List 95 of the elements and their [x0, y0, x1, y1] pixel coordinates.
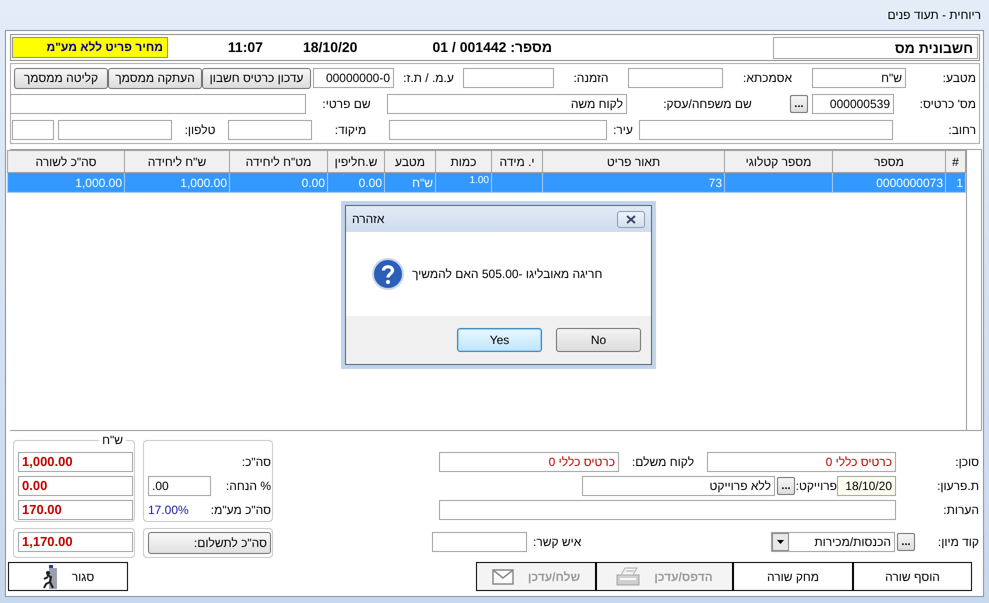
window-title: ריוחית - תעוד פנים — [887, 7, 981, 24]
action-button[interactable]: מחק שורה — [733, 562, 853, 591]
field-label: רחוב: — [947, 122, 977, 139]
input-field[interactable] — [10, 94, 306, 114]
dialog-button[interactable]: Yes — [457, 328, 542, 352]
column-header[interactable]: תאור פריט — [542, 150, 724, 172]
group-title: ש"ח — [99, 433, 126, 447]
column-header[interactable]: ש"ח ליחידה — [124, 150, 230, 172]
dropdown-field[interactable]: הכנסות/מכירות — [771, 532, 895, 552]
table-cell: 1,000.00 — [124, 172, 230, 192]
document-type-field[interactable]: חשבונית מס — [773, 36, 978, 58]
input-field[interactable] — [389, 120, 607, 140]
form-button[interactable]: קליטה ממסמך — [14, 68, 108, 88]
table-cell: 1.00 — [436, 172, 492, 192]
input-field[interactable] — [228, 120, 312, 140]
field-label: טלפון: — [184, 122, 216, 139]
input-field[interactable]: 00000000-0 — [313, 68, 394, 88]
input-field[interactable] — [628, 68, 723, 88]
table-cell: 1 — [946, 172, 966, 192]
document-number: מספר: 001442 / 01 — [432, 38, 552, 57]
input-field[interactable]: ש"ח — [812, 68, 906, 88]
envelope-icon — [492, 568, 514, 584]
dropdown-button[interactable] — [772, 533, 789, 551]
column-header[interactable]: מספר קטלוגי — [724, 150, 832, 172]
total-label: סה"כ מע"מ: — [210, 502, 271, 519]
table-cell: 0.00 — [328, 172, 384, 192]
browse-button[interactable]: ... — [790, 95, 808, 113]
column-header[interactable]: ש.חליפין — [328, 150, 384, 172]
field-label: הזמנה: — [572, 70, 610, 87]
total-label: % הנחה: — [226, 478, 271, 495]
field-label: שם משפחה/עסק: — [662, 96, 753, 113]
field-label: איש קשר: — [532, 534, 582, 551]
column-header[interactable]: # — [946, 150, 966, 172]
column-header[interactable]: סה"כ לשורה — [8, 150, 124, 172]
table-cell: 0000000073 — [832, 172, 946, 192]
caret-icon — [777, 540, 784, 544]
amount-field: 1,000.00 — [18, 452, 133, 472]
price-note: מחיר פריט ללא מע"מ — [12, 37, 168, 58]
field-label: מטבע: — [942, 70, 977, 87]
column-header[interactable]: מט"ח ליחידה — [230, 150, 328, 172]
input-field[interactable] — [432, 532, 527, 552]
field-label: מיקוד: — [334, 122, 368, 139]
dialog-button[interactable]: No — [556, 328, 641, 352]
input-field[interactable] — [639, 120, 893, 140]
field-label: אסמכתא: — [742, 70, 793, 87]
amount-field: 1,170.00 — [18, 532, 133, 552]
input-field[interactable]: ללא פרוייקט — [582, 476, 775, 496]
form-button[interactable]: העתקה ממסמך — [108, 68, 202, 88]
field-label: הערות: — [942, 502, 980, 519]
field-label: קוד מיון: — [936, 534, 980, 551]
table-cell: ש"ח — [384, 172, 436, 192]
input-field[interactable] — [58, 120, 172, 140]
field-label: ת.פרעון: — [936, 478, 980, 495]
column-header[interactable]: מספר — [832, 150, 946, 172]
input-field[interactable]: 18/10/20 — [837, 476, 896, 496]
amount-field: 170.00 — [18, 500, 133, 520]
vat-rate: 17.00% — [148, 502, 189, 519]
input-field[interactable]: כרטיס כללי 0 — [439, 452, 619, 472]
column-header[interactable]: י. מידה — [492, 150, 542, 172]
column-header[interactable]: כמות — [436, 150, 492, 172]
column-header[interactable]: מטבע — [384, 150, 436, 172]
field-label: ע.מ. / ת.ז: — [402, 70, 455, 87]
close-button[interactable] — [617, 210, 645, 228]
browse-button[interactable]: ... — [777, 477, 795, 495]
field-label: פרוייקט: — [799, 478, 837, 495]
input-field[interactable] — [439, 500, 896, 520]
total-to-pay-button[interactable]: סה"כ לתשלום: — [148, 532, 271, 554]
browse-button[interactable]: ... — [897, 533, 915, 551]
question-icon — [372, 258, 404, 290]
dialog-message: חריגה מאובליגו -505.00 האם להמשיך — [412, 266, 602, 283]
field-label: לקוח משלם: — [630, 454, 696, 471]
dialog-title: אזהרה — [352, 211, 384, 228]
exit-icon — [42, 564, 58, 588]
form-button[interactable]: עדכון כרטיס חשבון — [202, 68, 311, 88]
table-cell: 73 — [542, 172, 724, 192]
printer-icon — [616, 566, 640, 588]
discount-field[interactable]: .00 — [148, 476, 211, 496]
field-label: עיר: — [612, 122, 634, 139]
close-icon — [626, 214, 636, 224]
table-cell: 0.00 — [230, 172, 328, 192]
field-label: סוכן: — [954, 454, 980, 471]
document-date: 18/10/20 — [302, 38, 358, 57]
table-cell: 1,000.00 — [8, 172, 124, 192]
input-field[interactable] — [463, 68, 554, 88]
total-label: סה"כ: — [242, 454, 271, 471]
amount-field: 0.00 — [18, 476, 133, 496]
input-field[interactable]: 000000539 — [812, 94, 894, 114]
input-field[interactable] — [12, 120, 54, 140]
input-field[interactable]: כרטיס כללי 0 — [707, 452, 896, 472]
action-button[interactable]: סגור — [8, 562, 128, 591]
action-button[interactable]: הוסף שורה — [853, 562, 972, 591]
document-time: 11:07 — [228, 38, 263, 57]
field-label: מס' כרטיס: — [918, 96, 977, 113]
field-label: שם פרטי: — [321, 96, 372, 113]
input-field[interactable]: לקוח משה — [387, 94, 627, 114]
